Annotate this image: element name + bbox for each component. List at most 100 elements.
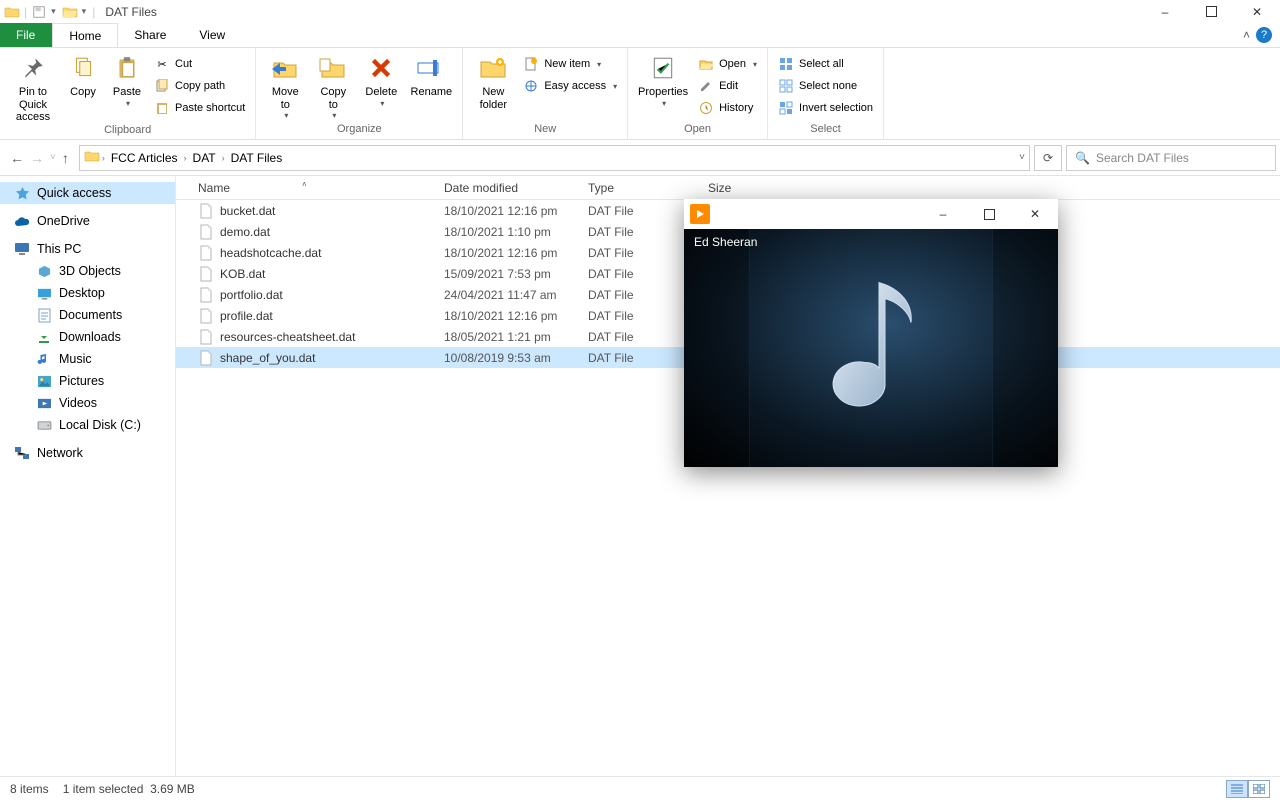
minimize-button[interactable]: –	[1142, 0, 1188, 23]
folder-open-icon[interactable]	[62, 4, 78, 20]
copy-path-button[interactable]: Copy path	[150, 76, 249, 96]
open-button[interactable]: Open▾	[694, 54, 761, 74]
file-icon	[198, 224, 214, 240]
sidebar-item[interactable]: Desktop	[0, 282, 175, 304]
sidebar-item[interactable]: Videos	[0, 392, 175, 414]
close-button[interactable]: ✕	[1234, 0, 1280, 23]
paste-button[interactable]: Paste ▾	[106, 50, 148, 108]
sidebar-item[interactable]: Music	[0, 348, 175, 370]
player-close-button[interactable]: ✕	[1012, 199, 1058, 229]
sidebar-item[interactable]: Pictures	[0, 370, 175, 392]
sidebar-item[interactable]: Downloads	[0, 326, 175, 348]
window-title: DAT Files	[105, 5, 157, 19]
address-bar[interactable]: › FCC Articles › DAT › DAT Files ˅	[79, 145, 1030, 171]
tab-share[interactable]: Share	[118, 23, 183, 47]
sidebar-onedrive[interactable]: OneDrive	[0, 210, 175, 232]
forward-button[interactable]: →	[30, 150, 44, 166]
delete-icon	[365, 52, 397, 84]
media-player-window[interactable]: – ✕ Ed Sheeran	[684, 199, 1058, 467]
copy-path-icon	[154, 78, 170, 94]
sidebar-item[interactable]: 3D Objects	[0, 260, 175, 282]
rename-button[interactable]: Rename	[406, 50, 456, 99]
pin-to-quick-access-button[interactable]: Pin to Quick access	[6, 50, 60, 124]
breadcrumb-item[interactable]: DAT Files	[227, 151, 287, 165]
maximize-button[interactable]	[1188, 0, 1234, 23]
sidebar-this-pc[interactable]: This PC	[0, 238, 175, 260]
player-body[interactable]: Ed Sheeran	[684, 229, 1058, 467]
star-icon	[14, 185, 30, 201]
select-none-button[interactable]: Select none	[774, 76, 877, 96]
invert-selection-button[interactable]: Invert selection	[774, 98, 877, 118]
folder-icon	[36, 351, 52, 367]
folder-icon	[36, 307, 52, 323]
new-item-button[interactable]: New item▾	[519, 54, 621, 74]
player-band-right	[992, 229, 1058, 467]
tab-view[interactable]: View	[183, 23, 242, 47]
player-title-bar: – ✕	[684, 199, 1058, 229]
back-button[interactable]: ←	[10, 150, 24, 166]
column-size[interactable]: Size	[700, 181, 780, 195]
search-input[interactable]: 🔍 Search DAT Files	[1066, 145, 1276, 171]
chevron-down-icon: ▾	[753, 60, 757, 69]
help-icon[interactable]: ?	[1256, 27, 1272, 43]
tab-file[interactable]: File	[0, 23, 52, 47]
chevron-right-icon[interactable]: ›	[184, 153, 187, 163]
sidebar-item[interactable]: Documents	[0, 304, 175, 326]
sidebar-item[interactable]: Local Disk (C:)	[0, 414, 175, 436]
icons-view-button[interactable]	[1248, 780, 1270, 798]
search-placeholder: Search DAT Files	[1096, 151, 1189, 165]
edit-button[interactable]: Edit	[694, 76, 761, 96]
paste-shortcut-button[interactable]: Paste shortcut	[150, 98, 249, 118]
new-folder-button[interactable]: New folder	[469, 50, 517, 111]
copy-button[interactable]: Copy	[62, 50, 104, 99]
copy-to-button[interactable]: Copy to▾	[310, 50, 356, 120]
column-type[interactable]: Type	[580, 181, 700, 195]
cut-button[interactable]: ✂Cut	[150, 54, 249, 74]
chevron-down-icon[interactable]: ▾	[82, 6, 87, 17]
select-none-icon	[778, 78, 794, 94]
easy-access-button[interactable]: Easy access▾	[519, 76, 621, 96]
history-button[interactable]: History	[694, 98, 761, 118]
ribbon-group-select: Select all Select none Invert selection …	[768, 48, 884, 139]
file-date: 18/10/2021 1:10 pm	[436, 225, 580, 239]
delete-button[interactable]: Delete▾	[358, 50, 404, 108]
chevron-right-icon[interactable]: ›	[102, 153, 105, 163]
save-icon[interactable]	[31, 4, 47, 20]
move-to-button[interactable]: Move to▾	[262, 50, 308, 120]
chevron-down-icon: ▾	[284, 111, 288, 120]
chevron-down-icon[interactable]: ▾	[51, 6, 56, 17]
tab-home[interactable]: Home	[52, 23, 118, 47]
select-all-button[interactable]: Select all	[774, 54, 877, 74]
new-item-icon	[523, 56, 539, 72]
address-dropdown-icon[interactable]: ˅	[1019, 152, 1025, 163]
breadcrumb-item[interactable]: FCC Articles	[107, 151, 182, 165]
file-icon	[198, 266, 214, 282]
quick-access-toolbar: | ▾ ▾ |	[0, 4, 97, 20]
file-type: DAT File	[580, 309, 700, 323]
select-all-icon	[778, 56, 794, 72]
file-type: DAT File	[580, 225, 700, 239]
player-maximize-button[interactable]	[966, 199, 1012, 229]
chevron-right-icon[interactable]: ›	[222, 153, 225, 163]
properties-button[interactable]: Properties▾	[634, 50, 692, 108]
recent-dropdown[interactable]: ˅	[50, 152, 56, 163]
player-minimize-button[interactable]: –	[920, 199, 966, 229]
window-controls: – ✕	[1142, 0, 1280, 23]
chevron-up-icon[interactable]: ˄	[1243, 28, 1250, 42]
up-button[interactable]: ↑	[62, 150, 69, 166]
file-icon	[198, 245, 214, 261]
status-selected: 1 item selected 3.69 MB	[63, 782, 195, 796]
sidebar-network[interactable]: Network	[0, 442, 175, 464]
refresh-button[interactable]: ⟳	[1034, 145, 1062, 171]
sidebar-quick-access[interactable]: Quick access	[0, 182, 175, 204]
file-type: DAT File	[580, 246, 700, 260]
folder-icon	[36, 263, 52, 279]
folder-icon	[36, 395, 52, 411]
breadcrumb-item[interactable]: DAT	[189, 151, 220, 165]
scissors-icon: ✂	[154, 56, 170, 72]
edit-icon	[698, 78, 714, 94]
details-view-button[interactable]	[1226, 780, 1248, 798]
file-icon	[198, 287, 214, 303]
column-name[interactable]: Name˄	[190, 181, 436, 195]
column-date[interactable]: Date modified	[436, 181, 580, 195]
